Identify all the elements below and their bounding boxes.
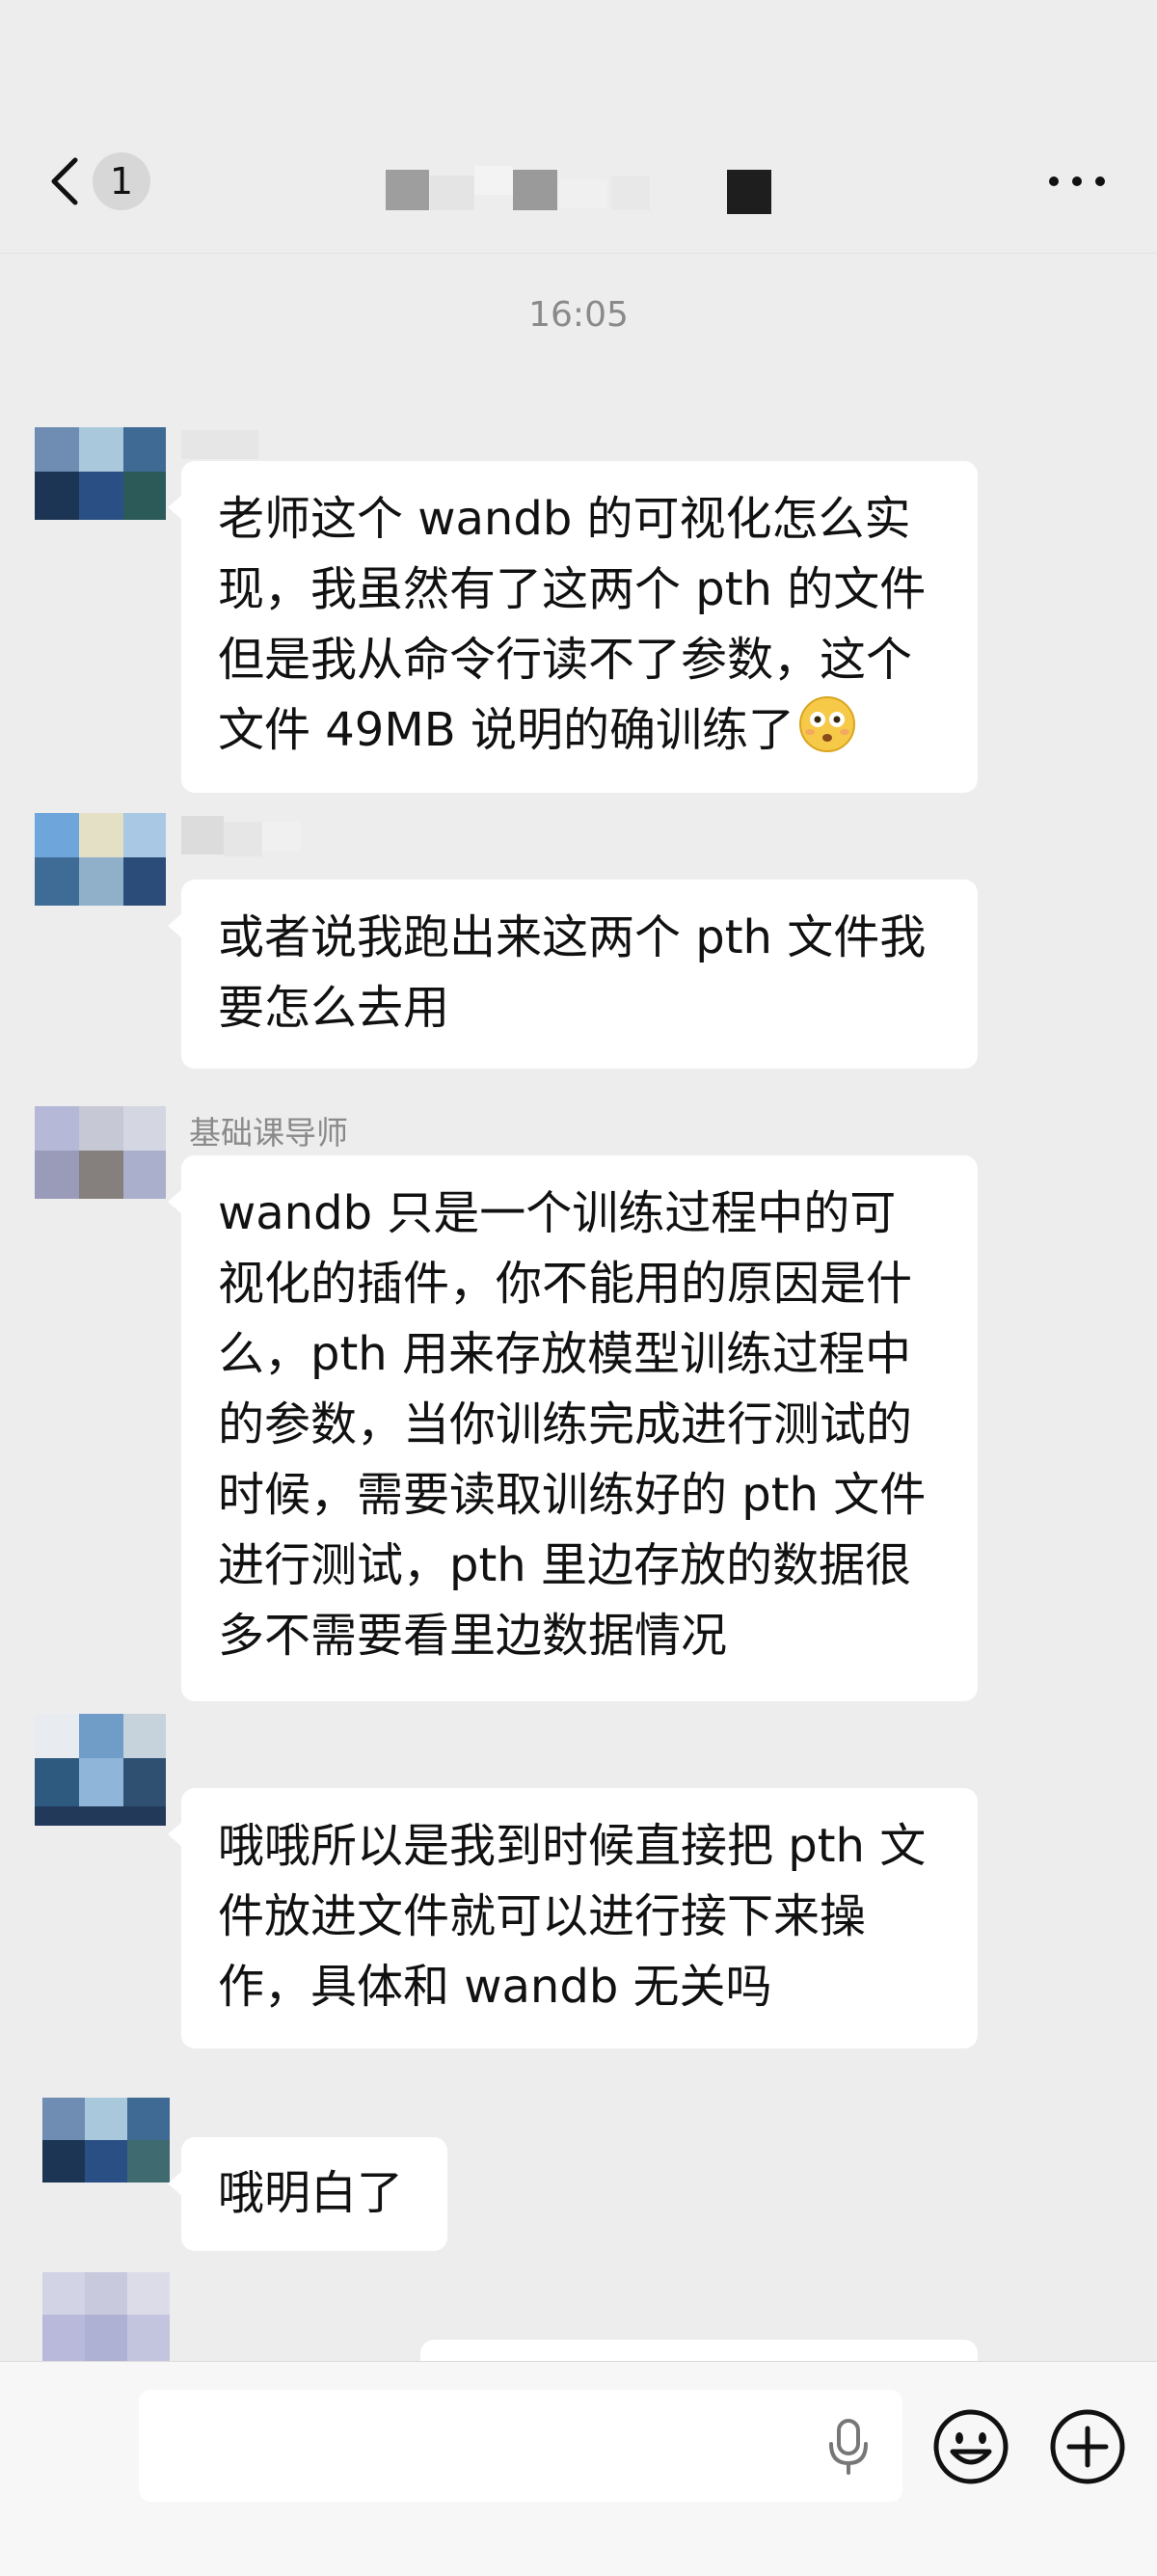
message-line: 哦明白了 (218, 2166, 404, 2220)
sender-name: 基础课导师 (189, 1114, 348, 1152)
chat-header: 1 (0, 0, 1157, 254)
message-line: 进行测试，pth 里边存放的数据很 (218, 1538, 911, 1592)
microphone-icon (829, 2419, 868, 2475)
back-button[interactable] (42, 152, 93, 210)
more-options-button[interactable] (1046, 154, 1108, 208)
message-line: 的参数，当你训练完成进行测试的 (218, 1397, 913, 1451)
more-dots-icon (1049, 176, 1105, 186)
plus-circle-icon (1050, 2409, 1125, 2484)
message-line: 件放进文件就可以进行接下来操 (218, 1889, 867, 1943)
message-line-text: 文件 49MB 说明的确训练了 (218, 703, 794, 757)
message-line: 么，pth 用来存放模型训练过程中 (218, 1327, 911, 1381)
avatar[interactable] (35, 1714, 166, 1826)
message-line: wandb 只是一个训练过程中的可 (218, 1186, 897, 1240)
avatar[interactable] (35, 427, 166, 520)
unread-count-badge[interactable]: 1 (93, 152, 150, 210)
message-bubble[interactable]: 老师这个 wandb 的可视化怎么实 现，我虽然有了这两个 pth 的文件 但是… (168, 461, 978, 793)
smiley-icon (933, 2409, 1009, 2484)
message-line: 作，具体和 wandb 无关吗 (218, 1960, 772, 2014)
flushed-face-emoji-icon (798, 696, 855, 752)
avatar[interactable] (42, 2272, 174, 2361)
message-line: 文件 49MB 说明的确训练了 (218, 695, 941, 766)
message-bubble[interactable]: 哦哦所以是我到时候直接把 pth 文 件放进文件就可以进行接下来操 作，具体和 … (168, 1788, 978, 2048)
sender-name-blurred (181, 430, 258, 459)
avatar[interactable] (35, 1106, 166, 1199)
message-line: 时候，需要读取训练好的 pth 文件 (218, 1468, 927, 1522)
message-line: 要怎么去用 (218, 981, 450, 1035)
message-line: 老师这个 wandb 的可视化怎么实 (218, 492, 911, 546)
avatar[interactable] (35, 813, 166, 906)
more-actions-button[interactable] (1048, 2407, 1127, 2486)
message-bubble[interactable]: 或者说我跑出来这两个 pth 文件我 要怎么去用 (168, 880, 978, 1069)
emoji-button[interactable] (931, 2407, 1010, 2486)
message-bubble-partial[interactable] (420, 2340, 978, 2361)
message-bubble[interactable]: 哦明白了 (168, 2137, 447, 2251)
message-line: 多不需要看里边数据情况 (218, 1609, 728, 1663)
message-timestamp: 16:05 (528, 295, 629, 335)
message-line: 现，我虽然有了这两个 pth 的文件 (218, 562, 927, 616)
avatar[interactable] (42, 2098, 174, 2190)
message-line: 但是我从命令行读不了参数，这个 (218, 633, 913, 687)
chevron-left-icon (51, 157, 78, 205)
message-line: 或者说我跑出来这两个 pth 文件我 (218, 910, 927, 964)
message-bubble[interactable]: wandb 只是一个训练过程中的可 视化的插件，你不能用的原因是什 么，pth … (168, 1155, 978, 1701)
message-input[interactable] (139, 2390, 902, 2502)
message-line: 视化的插件，你不能用的原因是什 (218, 1257, 913, 1311)
voice-input-button[interactable] (820, 2415, 877, 2477)
message-line: 哦哦所以是我到时候直接把 pth 文 (218, 1819, 927, 1873)
